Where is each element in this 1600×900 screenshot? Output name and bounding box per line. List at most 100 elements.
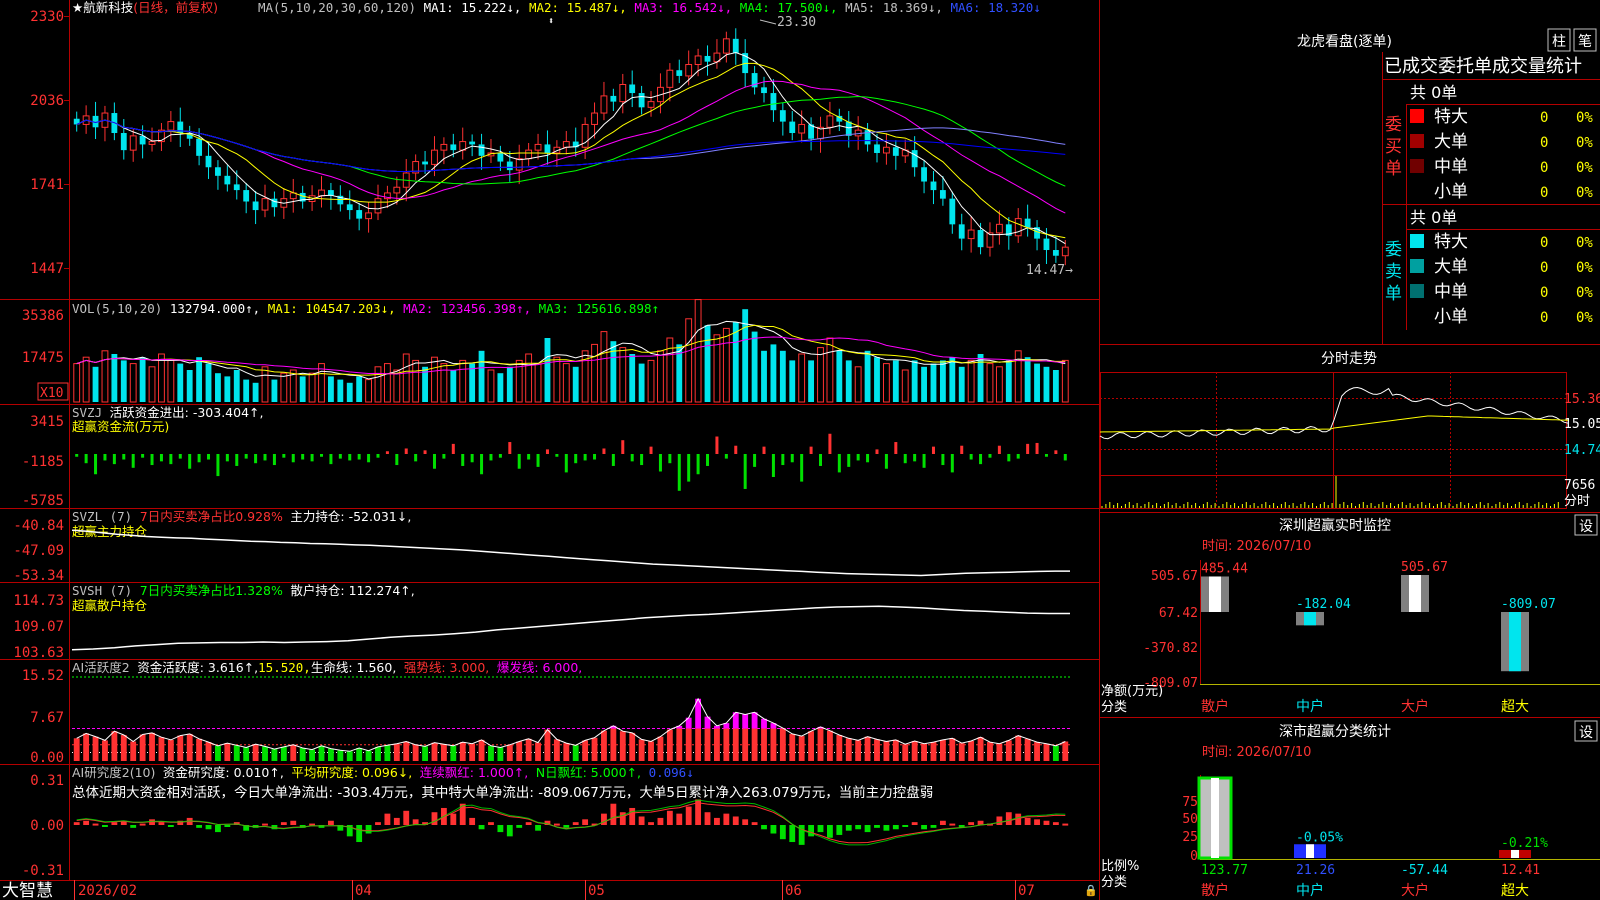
volume-bar bbox=[562, 363, 570, 403]
volume-bar bbox=[92, 366, 99, 402]
volume-bar bbox=[882, 363, 890, 403]
svzj-bar bbox=[244, 454, 248, 459]
svzl-tick: -40.84 bbox=[13, 518, 64, 534]
ai2-bar bbox=[375, 822, 381, 825]
volume-bar bbox=[402, 353, 410, 403]
volume-bar bbox=[544, 338, 551, 402]
rt-bar-label: 505.67 bbox=[1401, 560, 1448, 575]
cls-category: 中户 bbox=[1296, 882, 1324, 899]
ai1-bar bbox=[601, 730, 607, 761]
ai1-v5: 爆发线: 6.000, bbox=[497, 660, 582, 675]
volume-bar bbox=[1014, 350, 1022, 403]
ai2-bar bbox=[883, 825, 890, 831]
ma1-value: MA1: 15.222↓, bbox=[424, 0, 522, 15]
svzj-label: SVZJ bbox=[72, 405, 102, 420]
buy-total: 共 0单 bbox=[1410, 83, 1457, 102]
volume-bar bbox=[1061, 359, 1069, 403]
svzj-bar bbox=[668, 454, 672, 464]
candle-body bbox=[779, 110, 786, 122]
buy-side-char: 单 bbox=[1385, 159, 1402, 179]
volume-bar bbox=[874, 357, 880, 402]
svzj-bar bbox=[894, 442, 898, 454]
ai1-bar bbox=[544, 729, 551, 761]
svzj-bar bbox=[235, 454, 239, 466]
svzj-bar bbox=[724, 454, 728, 459]
volume-bar bbox=[1034, 363, 1040, 402]
volume-bar bbox=[892, 360, 899, 402]
volume-bar bbox=[280, 372, 288, 403]
volume-bar bbox=[610, 341, 617, 402]
svzj-sub: 超赢资金流(万元) bbox=[72, 419, 169, 434]
ai1-bar bbox=[120, 735, 127, 761]
ai1-bar bbox=[346, 751, 353, 761]
svzj-bar bbox=[866, 454, 870, 463]
svzj-bar bbox=[320, 454, 323, 457]
ma3-value: MA3: 16.542↓, bbox=[634, 0, 732, 15]
ai1-bar bbox=[610, 728, 617, 761]
candle-body bbox=[497, 152, 504, 162]
lock-icon[interactable]: 🔒 bbox=[1084, 884, 1098, 897]
ai2-bar bbox=[139, 823, 146, 826]
candle-body bbox=[1043, 238, 1050, 251]
ai2-desc: 资金研究度: 0.010↑, bbox=[163, 765, 284, 780]
order-type: 中单 bbox=[1434, 282, 1468, 302]
intraday-title: 分时走势 bbox=[1321, 351, 1377, 367]
ai1-bar bbox=[299, 748, 306, 761]
ai1-bar bbox=[826, 730, 833, 761]
sz-cls-tick: 0 bbox=[1190, 849, 1198, 864]
svzj-bar bbox=[903, 454, 907, 464]
buy-side-label: 委 买 单 bbox=[1385, 115, 1402, 179]
ai1-v2: 15.520, bbox=[258, 660, 311, 675]
volume-bar bbox=[845, 360, 852, 402]
ai1-bar bbox=[1052, 745, 1059, 761]
volume-bar bbox=[271, 379, 278, 402]
svzj-bar bbox=[687, 454, 691, 482]
sz-rt-tick: 505.67 bbox=[1151, 569, 1198, 584]
candle-body bbox=[271, 198, 278, 208]
ai2-bar bbox=[676, 813, 683, 825]
volume-bar bbox=[525, 353, 533, 403]
svzl-tick: -53.34 bbox=[13, 568, 64, 584]
ai1-bar bbox=[83, 733, 90, 761]
volume-bar bbox=[469, 363, 476, 402]
ai2-bar bbox=[111, 822, 118, 825]
ai1-bar bbox=[732, 728, 739, 761]
ai2-bar bbox=[666, 810, 673, 825]
svzj-bar bbox=[1054, 450, 1058, 454]
svzj-bar bbox=[677, 454, 681, 491]
brand-label[interactable]: 大智慧 bbox=[2, 881, 53, 900]
candle-body bbox=[562, 141, 570, 148]
svzj-bar bbox=[753, 454, 757, 467]
star-icon[interactable]: ★ bbox=[72, 0, 83, 15]
ai1-bar bbox=[572, 745, 579, 761]
order-percent: 0% bbox=[1576, 160, 1593, 176]
cls-category: 大户 bbox=[1401, 882, 1429, 899]
ai2-bar bbox=[1062, 823, 1069, 826]
ai1-bar bbox=[459, 742, 466, 761]
ai1-bar bbox=[497, 747, 504, 761]
svzj-bar bbox=[112, 454, 116, 465]
ai1-bar bbox=[337, 750, 344, 761]
ai1-header: AI活跃度2 资金活跃度: 3.616↑,15.520,生命线: 1.560, … bbox=[72, 660, 582, 675]
date-label: 2026/02 bbox=[78, 883, 137, 899]
chart-mode[interactable]: (日线，前复权) bbox=[133, 0, 218, 15]
volume-bar bbox=[299, 376, 306, 402]
ai2-bar bbox=[864, 825, 871, 833]
ai2-bar bbox=[488, 822, 494, 825]
svzj-bar bbox=[451, 443, 455, 454]
ai2-bar bbox=[83, 820, 90, 825]
order-stat-tabs[interactable]: 已成交委托单成交量统计 bbox=[1384, 56, 1582, 77]
order-swatch bbox=[1410, 109, 1424, 123]
svzj-bar bbox=[291, 454, 295, 463]
svzj-bar bbox=[931, 446, 935, 454]
volume-bar bbox=[647, 359, 655, 403]
volume-bar bbox=[967, 359, 975, 403]
candle-body bbox=[393, 186, 401, 194]
ai1-bar bbox=[205, 742, 212, 761]
svzj-bar bbox=[94, 454, 98, 475]
ai1-bar bbox=[911, 740, 918, 761]
volume-bar bbox=[365, 379, 372, 403]
main-tick: 2330 bbox=[30, 9, 64, 25]
sz-rt-settings-label: 设 bbox=[1579, 519, 1593, 535]
cls-bar-highlight bbox=[1211, 778, 1219, 858]
